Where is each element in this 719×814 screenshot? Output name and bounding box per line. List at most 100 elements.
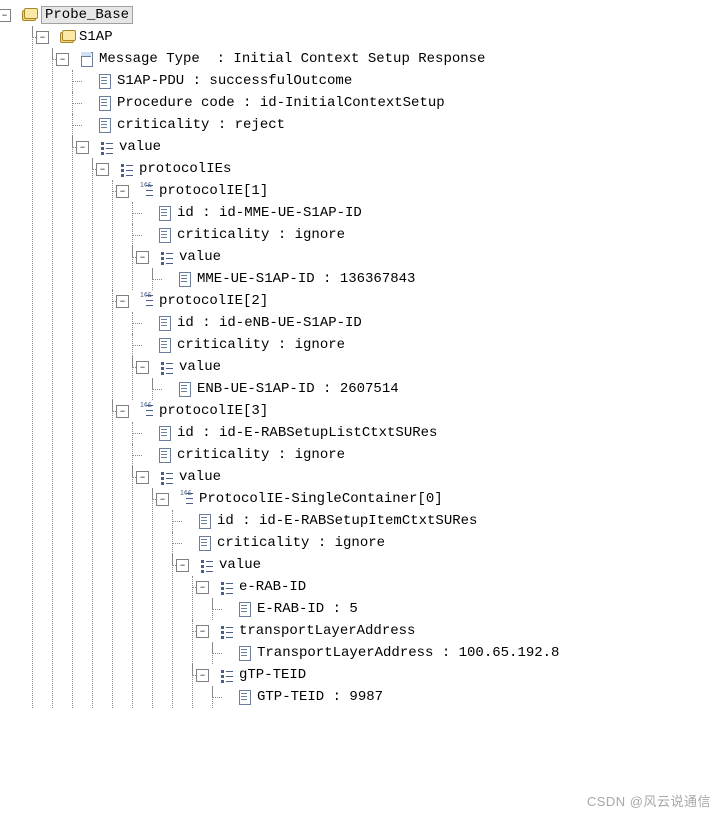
expander-placeholder [136, 428, 147, 439]
leaf-erab-id: E-RAB-ID : 5 [204, 598, 719, 620]
node-sc-value[interactable]: −value−e-RAB-IDE-RAB-ID : 5−transportLay… [164, 554, 719, 708]
leaf-gtp-teid: GTP-TEID : 9987 [204, 686, 719, 708]
node-protocolie-2[interactable]: −protocolIE[2]id : id-eNB-UE-S1AP-IDcrit… [104, 290, 719, 400]
expander-placeholder [216, 604, 227, 615]
node-transport[interactable]: −transportLayerAddressTransportLayerAddr… [184, 620, 719, 664]
leaf-criticality-top-label: criticality : reject [117, 117, 285, 133]
leaf-s1ap-pdu: S1AP-PDU : successfulOutcome [64, 70, 719, 92]
node-value-top[interactable]: −value−protocolIEs−protocolIE[1]id : id-… [64, 136, 719, 708]
collapse-icon[interactable]: − [176, 559, 189, 572]
node-protocolies-label: protocolIEs [139, 161, 231, 177]
expander-placeholder [136, 318, 147, 329]
collapse-icon[interactable]: − [116, 295, 129, 308]
collapse-icon[interactable]: − [196, 581, 209, 594]
leaf-procedure-code-label: Procedure code : id-InitialContextSetup [117, 95, 445, 111]
node-gtp-teid[interactable]: − gTP-TEID GTP-TEID : 9987 [184, 664, 719, 708]
node-protocolie-1[interactable]: − protocolIE[1] id : id-MME-UE-S1AP-ID crit… [104, 180, 719, 290]
page-icon [197, 535, 213, 551]
page-icon [197, 513, 213, 529]
page-icon [237, 645, 253, 661]
node-ie1-value[interactable]: −valueMME-UE-S1AP-ID : 136367843 [124, 246, 719, 290]
page-icon [157, 227, 173, 243]
leaf-ie2-id-label: id : id-eNB-UE-S1AP-ID [177, 315, 362, 331]
expander-placeholder [76, 120, 87, 131]
collapse-icon[interactable]: − [136, 251, 149, 264]
node-protocolie-1-label: protocolIE[1] [159, 183, 268, 199]
collapse-icon[interactable]: − [196, 625, 209, 638]
node-ie2-value[interactable]: −valueENB-UE-S1AP-ID : 2607514 [124, 356, 719, 400]
leaf-ie2-crit-label: criticality : ignore [177, 337, 345, 353]
node-erab-id[interactable]: − e-RAB-ID E-RAB-ID : 5 [184, 576, 719, 620]
leaf-ie1-crit: criticality : ignore [124, 224, 719, 246]
node-s1ap[interactable]: −S1AP−Message Type : Initial Context Set… [24, 26, 719, 708]
leaf-mme-ue-s1ap-id-label: MME-UE-S1AP-ID : 136367843 [197, 271, 415, 287]
page-icon [157, 425, 173, 441]
expander-placeholder [136, 208, 147, 219]
node-protocolie-3[interactable]: − protocolIE[3] id : id-E-RABSetupListCtxt… [104, 400, 719, 708]
collapse-icon[interactable]: − [96, 163, 109, 176]
folder-icon [59, 29, 75, 45]
numbered-list-icon [179, 491, 195, 507]
expander-placeholder [216, 648, 227, 659]
node-protocolies[interactable]: −protocolIEs−protocolIE[1]id : id-MME-UE… [84, 158, 719, 708]
page-icon [157, 447, 173, 463]
leaf-sc-id-label: id : id-E-RABSetupItemCtxtSURes [217, 513, 477, 529]
list-icon [199, 557, 215, 573]
leaf-ie3-crit-label: criticality : ignore [177, 447, 345, 463]
collapse-icon[interactable]: − [76, 141, 89, 154]
page-icon [97, 73, 113, 89]
collapse-icon[interactable]: − [136, 471, 149, 484]
node-gtp-teid-label: gTP-TEID [239, 667, 306, 683]
leaf-ie1-id: id : id-MME-UE-S1AP-ID [124, 202, 719, 224]
list-icon [159, 249, 175, 265]
list-icon [159, 469, 175, 485]
list-icon [159, 359, 175, 375]
page-icon [97, 117, 113, 133]
list-icon [219, 623, 235, 639]
node-ie3-value[interactable]: −value−ProtocolIE-SingleContainer[0]id :… [124, 466, 719, 708]
page-icon [157, 315, 173, 331]
expander-placeholder [176, 538, 187, 549]
expander-placeholder [76, 98, 87, 109]
list-icon [119, 161, 135, 177]
collapse-icon[interactable]: − [196, 669, 209, 682]
expander-placeholder [156, 274, 167, 285]
leaf-ie3-id: id : id-E-RABSetupListCtxtSURes [124, 422, 719, 444]
node-ie2-value-label: value [179, 359, 221, 375]
expander-placeholder [136, 340, 147, 351]
leaf-ie2-crit: criticality : ignore [124, 334, 719, 356]
node-single-container[interactable]: − ProtocolIE-SingleContainer[0] id : id-E-… [144, 488, 719, 708]
leaf-erab-id-label: E-RAB-ID : 5 [257, 601, 358, 617]
node-single-container-label: ProtocolIE-SingleContainer[0] [199, 491, 443, 507]
node-transport-label: transportLayerAddress [239, 623, 415, 639]
expander-placeholder [176, 516, 187, 527]
node-erab-id-label: e-RAB-ID [239, 579, 306, 595]
protocol-tree[interactable]: − Probe_Base −S1AP−Message Type : Initial … [0, 0, 719, 718]
node-protocolie-3-label: protocolIE[3] [159, 403, 268, 419]
leaf-ie1-id-label: id : id-MME-UE-S1AP-ID [177, 205, 362, 221]
collapse-icon[interactable]: − [0, 9, 11, 22]
leaf-sc-id: id : id-E-RABSetupItemCtxtSURes [164, 510, 719, 532]
page-icon [237, 601, 253, 617]
root-probe-base-label: Probe_Base [41, 6, 133, 24]
leaf-s1ap-pdu-label: S1AP-PDU : successfulOutcome [117, 73, 352, 89]
collapse-icon[interactable]: − [116, 185, 129, 198]
collapse-icon[interactable]: − [156, 493, 169, 506]
collapse-icon[interactable]: − [56, 53, 69, 66]
expander-placeholder [76, 76, 87, 87]
node-message-type-label: Message Type : Initial Context Setup Res… [99, 51, 485, 67]
node-message-type[interactable]: − Message Type : Initial Context Setup Re… [44, 48, 719, 708]
collapse-icon[interactable]: − [116, 405, 129, 418]
page-icon [237, 689, 253, 705]
page-icon [157, 205, 173, 221]
list-icon [99, 139, 115, 155]
root-probe-base[interactable]: − Probe_Base −S1AP−Message Type : Initial … [4, 4, 719, 708]
collapse-icon[interactable]: − [36, 31, 49, 44]
numbered-list-icon [139, 403, 155, 419]
numbered-list-icon [139, 293, 155, 309]
page-icon [157, 337, 173, 353]
collapse-icon[interactable]: − [136, 361, 149, 374]
page-icon [177, 381, 193, 397]
leaf-ie2-id: id : id-eNB-UE-S1AP-ID [124, 312, 719, 334]
folder-icon [21, 7, 37, 23]
